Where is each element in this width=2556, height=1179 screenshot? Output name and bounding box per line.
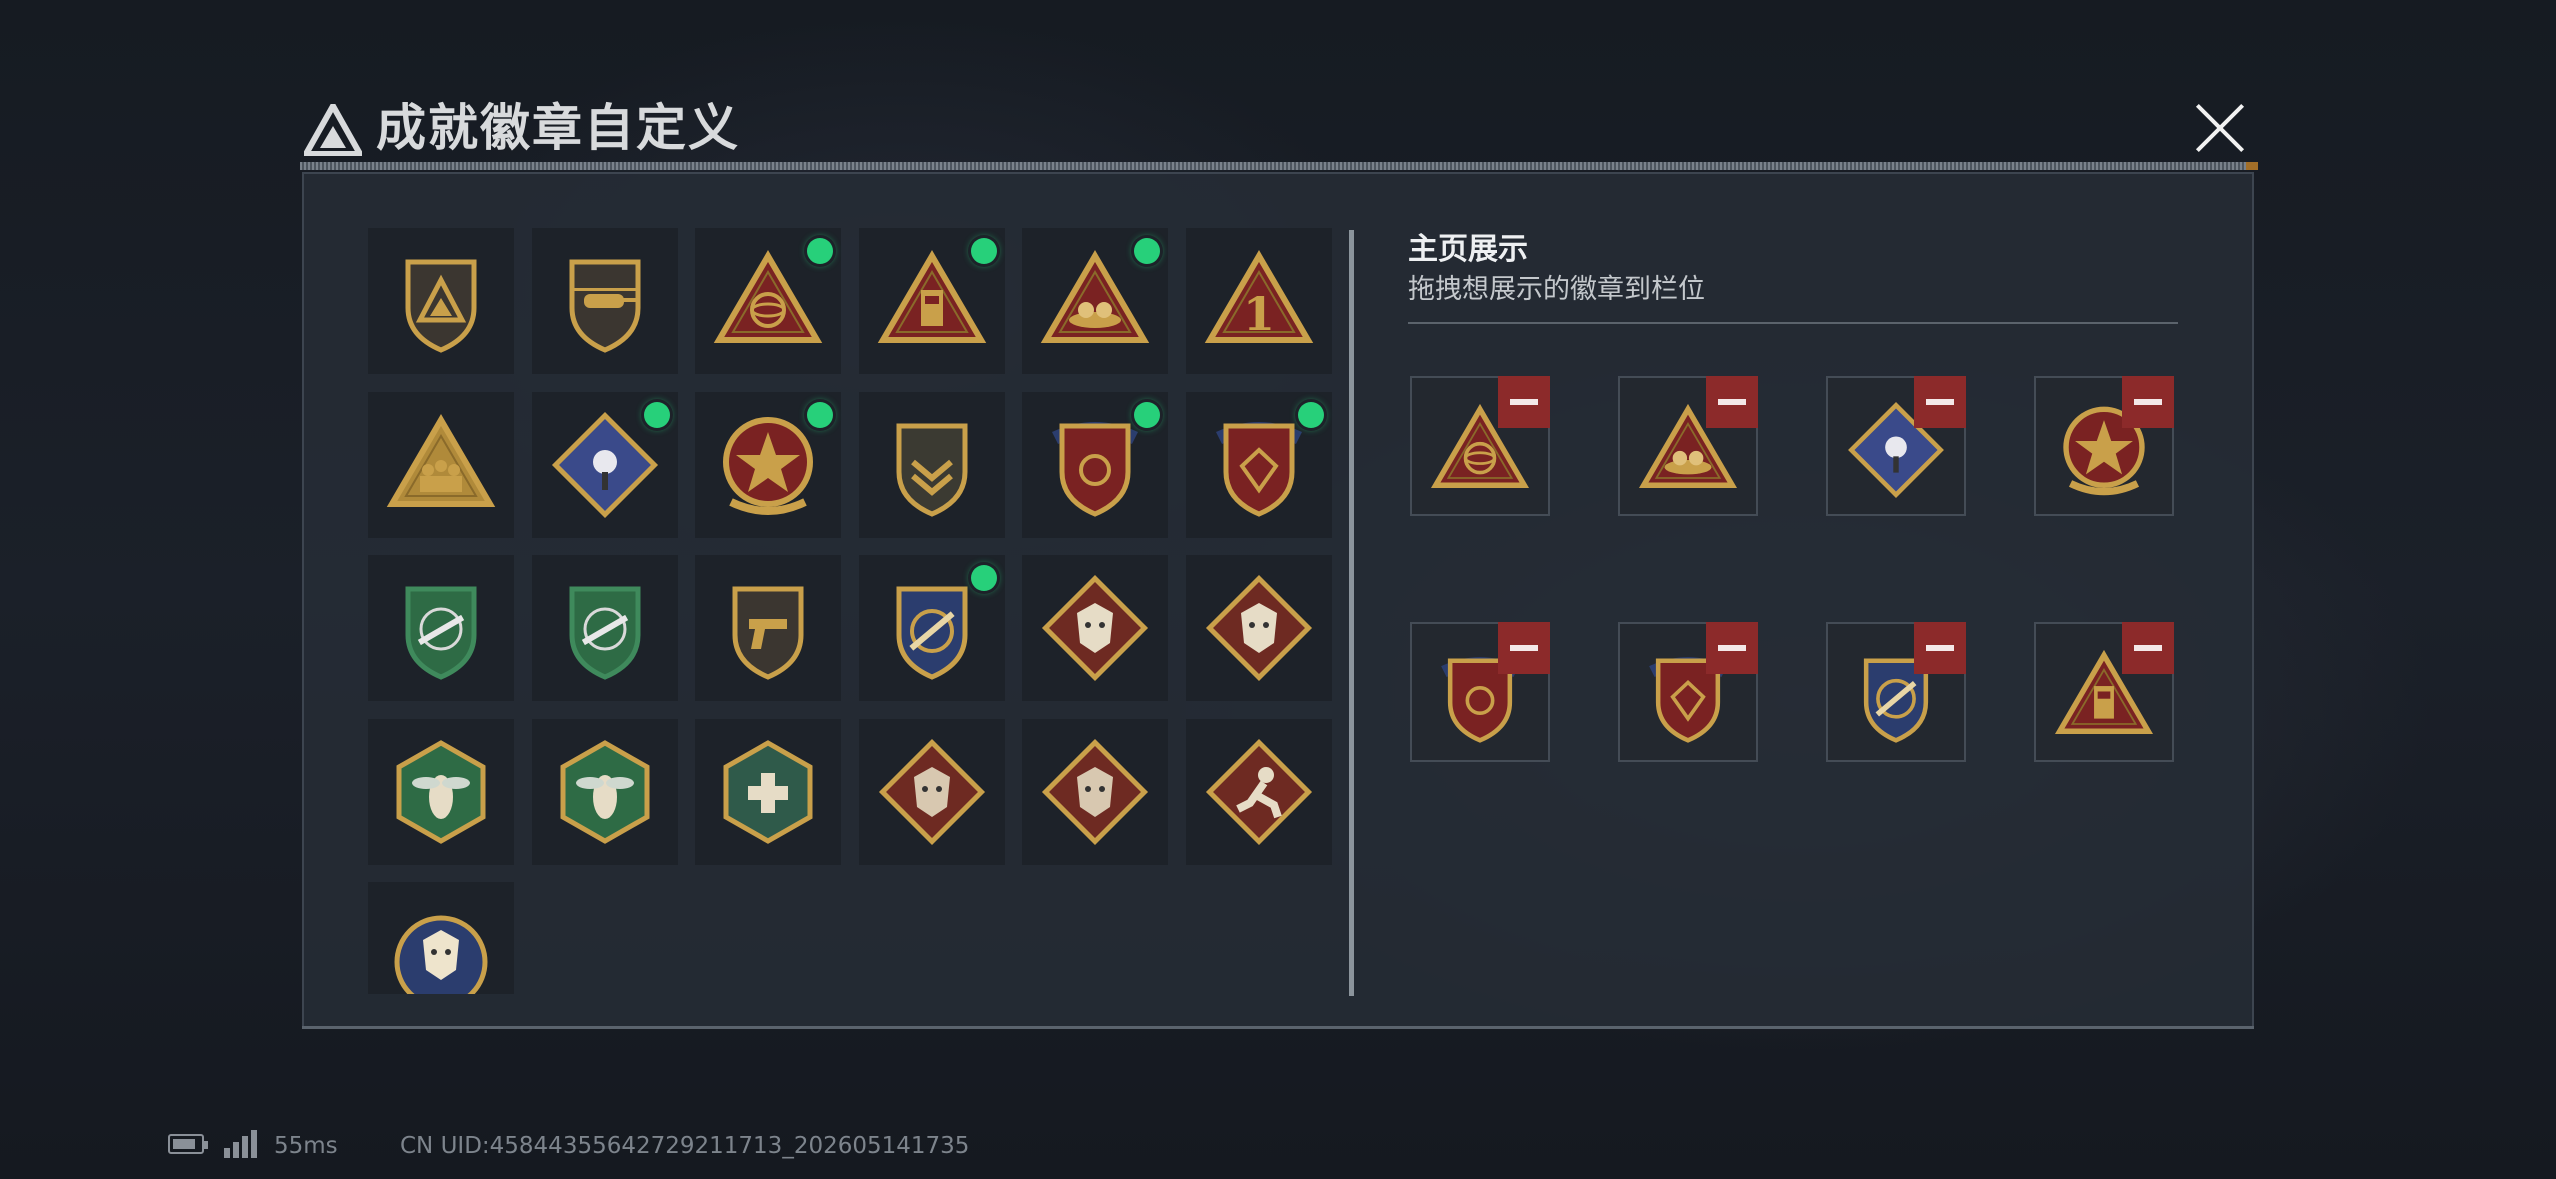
- showcase-subtitle: 拖拽想展示的徽章到栏位: [1408, 274, 1705, 305]
- lynx-circle-badge-icon: [394, 915, 488, 994]
- showcase-slot[interactable]: [1618, 622, 1758, 762]
- new-indicator-dot: [807, 401, 833, 428]
- new-indicator-dot: [1297, 401, 1324, 428]
- showcase-slot[interactable]: [1410, 622, 1550, 762]
- badge-cell[interactable]: [1185, 718, 1332, 865]
- badge-cell[interactable]: [368, 718, 514, 865]
- remove-badge-button[interactable]: [1914, 376, 1966, 428]
- uid-readout: CN UID:4584435564272921​1713_20260514173…: [400, 1133, 970, 1159]
- wasp-hexagon-badge-2-icon: [560, 739, 649, 844]
- badge-cell[interactable]: [1185, 391, 1332, 538]
- badge-cell[interactable]: [1022, 391, 1168, 538]
- remove-badge-button[interactable]: [1706, 622, 1758, 674]
- badge-cell[interactable]: [531, 555, 678, 701]
- badge-cell[interactable]: [858, 555, 1005, 701]
- signal-icon: [224, 1130, 260, 1158]
- showcase-slot[interactable]: [1618, 376, 1758, 516]
- showcase-slot[interactable]: [1826, 376, 1966, 516]
- remove-badge-button[interactable]: [1706, 376, 1758, 428]
- rifle-green-shield-badge-icon: [405, 586, 477, 680]
- shield-delta-badge-icon: [405, 259, 477, 353]
- wasp-hexagon-badge-icon: [396, 739, 486, 844]
- badge-cell[interactable]: [858, 718, 1005, 865]
- medkit-hexagon-badge-icon: [723, 739, 813, 844]
- badge-cell[interactable]: [1185, 555, 1332, 701]
- remove-badge-button[interactable]: [2122, 622, 2174, 674]
- badge-cell[interactable]: [695, 228, 841, 374]
- badge-cell[interactable]: [368, 882, 514, 994]
- badge-cell[interactable]: [695, 718, 841, 865]
- badge-cell[interactable]: 1: [1185, 228, 1332, 374]
- new-indicator-dot: [643, 401, 670, 428]
- badge-cell[interactable]: [858, 391, 1005, 538]
- badge-cell[interactable]: [695, 391, 841, 538]
- new-indicator-dot: [1134, 238, 1160, 264]
- grid-scrollbar[interactable]: [1349, 230, 1354, 996]
- badge-grid: 1: [368, 228, 1336, 998]
- dragon-diamond-badge-2-icon: [1041, 738, 1149, 845]
- showcase-title: 主页展示: [1408, 232, 1528, 267]
- pistol-shield-badge-icon: [732, 586, 804, 680]
- remove-badge-button[interactable]: [1498, 376, 1550, 428]
- badge-cell[interactable]: [858, 228, 1005, 374]
- page-title: 成就徽章自定义: [376, 99, 740, 157]
- ping-readout: 55ms: [274, 1133, 338, 1159]
- title-bar: 成就徽章自定义: [300, 90, 2258, 170]
- badge-cell[interactable]: [1022, 228, 1168, 374]
- svg-text:1: 1: [1242, 287, 1274, 341]
- wolf-diamond-badge-2-icon: [1205, 574, 1312, 682]
- showcase-divider: [1408, 322, 2178, 324]
- badge-cell[interactable]: [531, 228, 678, 374]
- close-icon[interactable]: [2192, 100, 2248, 156]
- panel-bottom-edge: [302, 1026, 2254, 1029]
- badge-cell[interactable]: [695, 555, 841, 701]
- new-indicator-dot: [1134, 401, 1160, 428]
- showcase-slot[interactable]: [2034, 622, 2174, 762]
- new-indicator-dot: [807, 238, 833, 264]
- battery-icon: [168, 1134, 208, 1154]
- badge-cell[interactable]: [368, 391, 514, 538]
- badge-cell[interactable]: [1022, 718, 1168, 865]
- squad-triangle-badge-icon: [386, 413, 496, 507]
- badge-cell[interactable]: [368, 555, 514, 701]
- new-indicator-dot: [970, 238, 997, 264]
- showcase-slot[interactable]: [2034, 376, 2174, 516]
- remove-badge-button[interactable]: [2122, 376, 2174, 428]
- remove-badge-button[interactable]: [1498, 622, 1550, 674]
- chevron-shield-badge-icon: [896, 423, 967, 517]
- badge-cell[interactable]: [368, 228, 514, 374]
- rifle-green-shield-badge-2-icon: [569, 586, 640, 680]
- badge-cell[interactable]: [1022, 555, 1168, 701]
- runner-diamond-badge-icon: [1205, 738, 1312, 845]
- showcase-slot[interactable]: [1410, 376, 1550, 516]
- title-divider: [300, 162, 2258, 170]
- number-one-triangle-badge-icon: 1: [1204, 250, 1313, 343]
- showcase-slot[interactable]: [1826, 622, 1966, 762]
- remove-badge-button[interactable]: [1914, 622, 1966, 674]
- badge-cell[interactable]: [531, 718, 678, 865]
- badge-cell[interactable]: [531, 391, 678, 538]
- wolf-diamond-badge-icon: [1041, 574, 1149, 682]
- delta-triangle-logo-icon: [304, 104, 362, 156]
- dragon-diamond-badge-icon: [878, 738, 985, 845]
- new-indicator-dot: [970, 565, 997, 591]
- helicopter-shield-badge-icon: [569, 259, 640, 353]
